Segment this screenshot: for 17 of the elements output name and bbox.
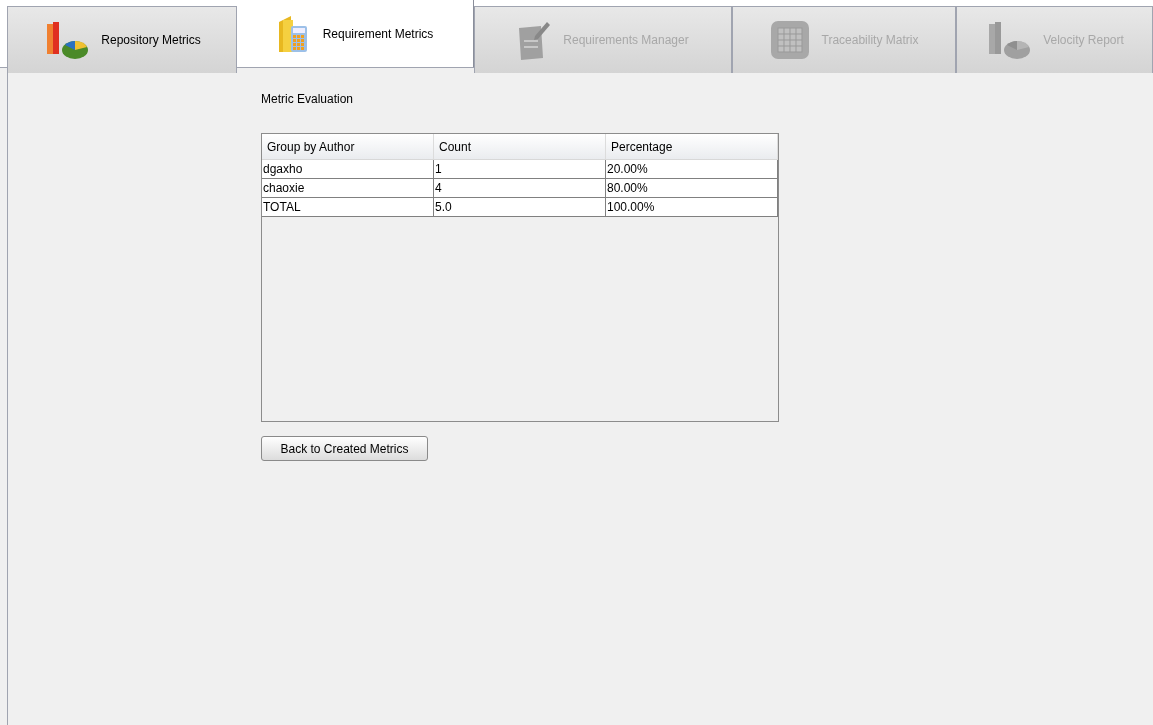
table-cell: dgaxho <box>262 160 434 178</box>
section-heading: Metric Evaluation <box>261 91 355 108</box>
checklist-icon <box>517 20 552 60</box>
grid-icon <box>769 20 810 60</box>
tab[interactable]: Repository Metrics <box>7 6 237 73</box>
table-cell: 20.00% <box>606 160 778 178</box>
column-header[interactable]: Count <box>434 134 606 159</box>
back-button[interactable]: Back to Created Metrics <box>261 436 428 461</box>
table-cell: TOTAL <box>262 198 434 216</box>
table-cell: 100.00% <box>606 198 778 216</box>
table-cell: 5.0 <box>434 198 606 216</box>
table-cell: chaoxie <box>262 179 434 197</box>
column-header[interactable]: Percentage <box>606 134 778 159</box>
table-cell: 1 <box>434 160 606 178</box>
table-cell: 4 <box>434 179 606 197</box>
column-header[interactable]: Group by Author <box>262 134 434 159</box>
table-cell: 80.00% <box>606 179 778 197</box>
